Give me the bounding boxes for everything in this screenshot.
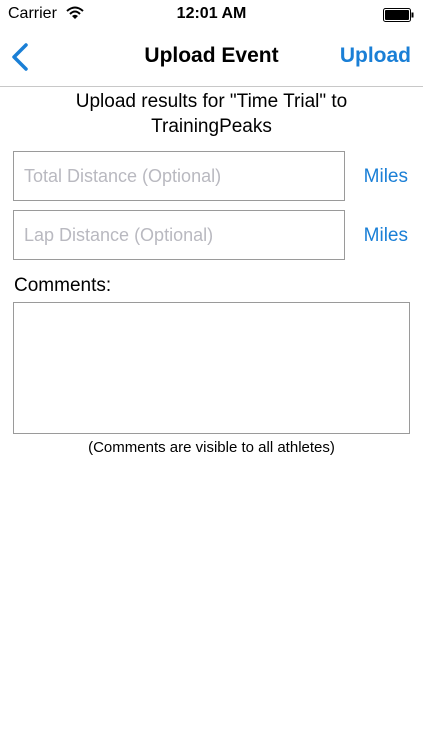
total-distance-input[interactable] (13, 151, 345, 201)
lap-distance-input[interactable] (13, 210, 345, 260)
navigation-bar: Upload Event Upload (0, 28, 423, 87)
lap-distance-unit-button[interactable]: Miles (364, 225, 408, 247)
comments-visibility-note: (Comments are visible to all athletes) (88, 439, 335, 456)
battery-icon (383, 8, 414, 22)
status-bar: Carrier 12:01 AM (0, 0, 423, 28)
comments-label: Comments: (14, 275, 112, 296)
status-time: 12:01 AM (176, 5, 247, 22)
total-distance-unit-button[interactable]: Miles (364, 166, 408, 188)
upload-intro-text: Upload results for "Time Trial" to Train… (75, 91, 348, 137)
upload-button[interactable]: Upload (340, 44, 411, 68)
comments-textarea[interactable] (13, 302, 410, 434)
